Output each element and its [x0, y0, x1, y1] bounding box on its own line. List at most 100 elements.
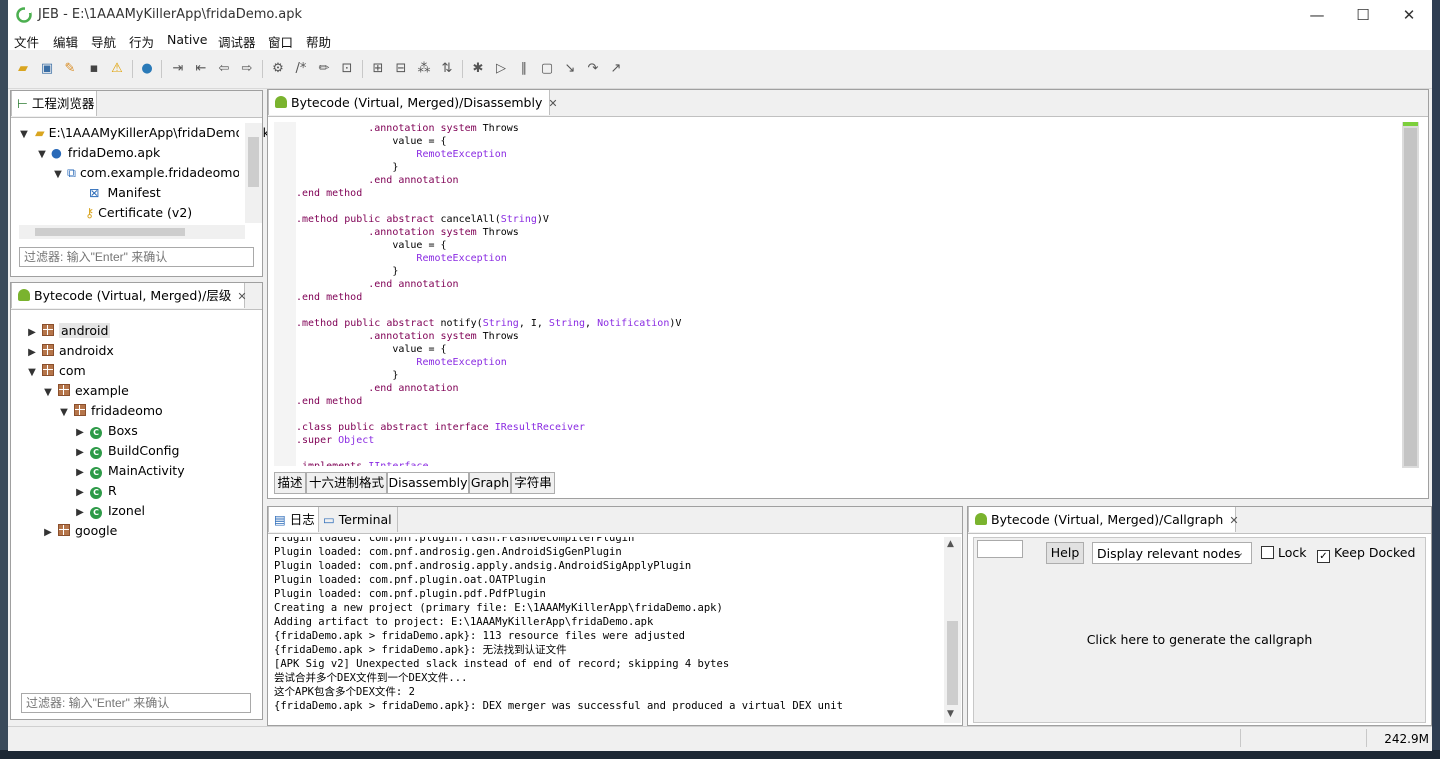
display-mode-select[interactable]: Display relevant nodes ⌄: [1092, 542, 1252, 564]
sort-icon[interactable]: ⇅: [439, 61, 455, 77]
tab-hex[interactable]: 十六进制格式: [306, 472, 387, 494]
menu-window[interactable]: 窗口: [268, 32, 293, 51]
tree-item[interactable]: ▼ ● fridaDemo.apk: [35, 143, 160, 163]
pencil-icon[interactable]: ✏: [316, 61, 332, 77]
generate-callgraph-link[interactable]: Click here to generate the callgraph: [974, 632, 1425, 647]
chevron-down-icon[interactable]: ▼: [17, 125, 31, 145]
menu-help[interactable]: 帮助: [306, 32, 331, 51]
menu-edit[interactable]: 编辑: [53, 32, 78, 51]
tab-disassembly[interactable]: Bytecode (Virtual, Merged)/Disassembly ✕: [268, 90, 558, 115]
chevron-right-icon[interactable]: ▶: [73, 503, 87, 523]
menu-debugger[interactable]: 调试器: [218, 32, 256, 51]
globe-icon[interactable]: ●: [139, 61, 155, 77]
step-into-icon[interactable]: ↘: [562, 61, 578, 77]
step-over-icon[interactable]: ↷: [585, 61, 601, 77]
menu-file[interactable]: 文件: [14, 32, 39, 51]
lock-checkbox[interactable]: Lock: [1261, 545, 1307, 560]
bug-icon[interactable]: ✱: [470, 61, 486, 77]
tree-item[interactable]: ⊠ Manifest: [85, 183, 161, 203]
step-out-icon[interactable]: ↗: [608, 61, 624, 77]
callgraph-area[interactable]: Help Display relevant nodes ⌄ Lock ✓ Keep…: [973, 537, 1426, 723]
close-icon[interactable]: ✕: [548, 97, 557, 110]
project-filter-input[interactable]: [19, 247, 254, 267]
tree-item[interactable]: ▶ C MainActivity: [73, 461, 185, 481]
project-explorer-scrollbar[interactable]: [245, 123, 262, 223]
export-icon[interactable]: ⇤: [193, 61, 209, 77]
keep-docked-checkbox[interactable]: ✓ Keep Docked: [1317, 545, 1415, 563]
tab-description[interactable]: 描述: [274, 472, 306, 494]
chevron-down-icon[interactable]: ▼: [947, 709, 954, 719]
chevron-down-icon[interactable]: ▼: [35, 145, 49, 165]
tab-project-explorer[interactable]: ⊢ 工程浏览器: [11, 91, 97, 116]
close-icon[interactable]: ✕: [1229, 514, 1238, 527]
gear-icon[interactable]: ⚙: [270, 61, 286, 77]
tree-item[interactable]: ▼ ▰ E:\1AAAMyKillerApp\fridaDemo.apk: [17, 123, 270, 143]
chevron-down-icon[interactable]: ▼: [57, 403, 71, 423]
tree-item[interactable]: ▼ fridadeomo: [57, 401, 163, 421]
tree-item[interactable]: ▶ C R: [73, 481, 117, 501]
code-scrollbar[interactable]: [1402, 122, 1419, 468]
tab-terminal[interactable]: ▭ Terminal: [318, 507, 398, 532]
import-icon[interactable]: ⇥: [170, 61, 186, 77]
chevron-down-icon[interactable]: ▼: [25, 363, 39, 383]
hierarchy-filter-input[interactable]: [21, 693, 251, 713]
minimize-button[interactable]: —: [1294, 0, 1340, 30]
project-explorer-hscrollbar[interactable]: [19, 225, 245, 239]
tab-log[interactable]: ▤ 日志: [268, 507, 320, 532]
tab-strings[interactable]: 字符串: [511, 472, 555, 494]
comment-icon[interactable]: /*: [293, 61, 309, 77]
graph-nodes-icon[interactable]: ⁂: [416, 61, 432, 77]
tree-item[interactable]: ▶ C Izonel: [73, 501, 145, 521]
play-icon[interactable]: ▷: [493, 61, 509, 77]
tree-item[interactable]: ▶ android: [25, 321, 111, 343]
checkbox[interactable]: [1261, 546, 1274, 559]
maximize-button[interactable]: ☐: [1340, 0, 1386, 30]
chevron-right-icon[interactable]: ▶: [73, 463, 87, 483]
chevron-right-icon[interactable]: ▶: [73, 423, 87, 443]
tree-item[interactable]: ⚷ Certificate (v2): [85, 203, 192, 223]
wrench-icon[interactable]: ✎: [62, 61, 78, 77]
hierarchy-icon[interactable]: ⊟: [393, 61, 409, 77]
chevron-right-icon[interactable]: ▶: [73, 443, 87, 463]
tab-callgraph[interactable]: Bytecode (Virtual, Merged)/Callgraph ✕: [968, 507, 1239, 532]
tab-graph[interactable]: Graph: [469, 472, 511, 494]
checkbox[interactable]: ✓: [1317, 550, 1330, 563]
eraser-icon[interactable]: ▪: [86, 61, 102, 77]
chevron-right-icon[interactable]: ▶: [41, 523, 55, 543]
menu-navigate[interactable]: 导航: [91, 32, 116, 51]
close-icon[interactable]: ✕: [237, 290, 246, 303]
menu-action[interactable]: 行为: [129, 32, 154, 51]
tab-disassembly-view[interactable]: Disassembly: [387, 472, 469, 494]
pause-icon[interactable]: ∥: [516, 61, 532, 77]
grid-icon[interactable]: ⊞: [370, 61, 386, 77]
back-arrow-icon[interactable]: ⇦: [216, 61, 232, 77]
tree-item[interactable]: ▶ C BuildConfig: [73, 441, 179, 461]
tree-item[interactable]: ▶ google: [41, 521, 117, 541]
tree-item[interactable]: ▼ example: [41, 381, 129, 401]
tree-item[interactable]: ▼ ⧉ com.example.fridadeomo: [51, 163, 240, 183]
forward-arrow-icon[interactable]: ⇨: [239, 61, 255, 77]
tab-hierarchy[interactable]: Bytecode (Virtual, Merged)/层级 ✕: [11, 283, 247, 308]
close-button[interactable]: ✕: [1386, 0, 1432, 30]
search-field[interactable]: [977, 540, 1023, 558]
stop-icon[interactable]: ▢: [539, 61, 555, 77]
chevron-down-icon[interactable]: ▼: [51, 165, 65, 185]
chevron-right-icon[interactable]: ▶: [73, 483, 87, 503]
save-icon[interactable]: ▣: [39, 61, 55, 77]
open-folder-icon[interactable]: ▰: [15, 61, 31, 77]
chevron-up-icon[interactable]: ▲: [947, 539, 954, 549]
chevron-right-icon[interactable]: ▶: [25, 323, 39, 343]
log-output[interactable]: Plugin loaded: com.pnf.plugin.flash.Flas…: [272, 537, 942, 719]
chevron-down-icon[interactable]: ▼: [41, 383, 55, 403]
chevron-right-icon[interactable]: ▶: [25, 343, 39, 363]
menu-native[interactable]: Native: [167, 32, 207, 47]
rename-icon[interactable]: ⊡: [339, 61, 355, 77]
help-button[interactable]: Help: [1046, 542, 1084, 564]
tree-item[interactable]: ▼ com: [25, 361, 86, 381]
warning-icon[interactable]: ⚠: [109, 61, 125, 77]
code-text[interactable]: .annotation system Throws value = { Remo…: [296, 122, 681, 466]
tree-item[interactable]: ▶ androidx: [25, 341, 114, 361]
tree-item[interactable]: ▶ C Boxs: [73, 421, 138, 441]
log-scrollbar[interactable]: ▲ ▼: [944, 537, 961, 723]
code-editor[interactable]: .annotation system Throws value = { Remo…: [296, 122, 1400, 466]
